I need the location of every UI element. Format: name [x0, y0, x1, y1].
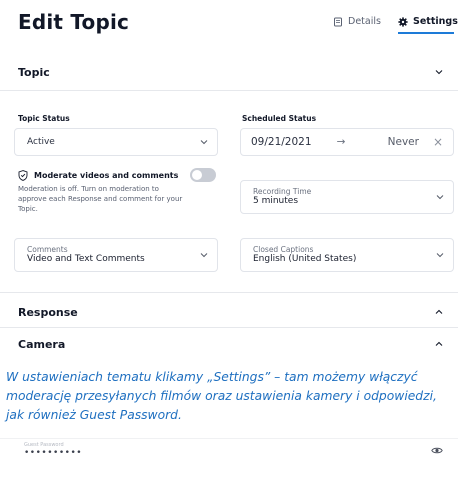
recording-time-select[interactable]: Recording Time 5 minutes	[240, 180, 454, 214]
guest-password-input[interactable]: ••••••••••	[24, 448, 82, 458]
tab-details[interactable]: Details	[333, 16, 381, 27]
section-camera[interactable]: Camera	[0, 333, 458, 355]
chevron-down-icon	[200, 140, 208, 145]
comments-value: Video and Text Comments	[27, 254, 145, 265]
tab-settings[interactable]: Settings	[398, 16, 458, 27]
arrow-right-icon: →	[336, 136, 346, 148]
section-topic-label: Topic	[18, 65, 50, 79]
chevron-down-icon	[436, 253, 444, 258]
chevron-down-icon	[435, 70, 443, 75]
comments-select[interactable]: Comments Video and Text Comments	[14, 238, 218, 272]
moderation-description: Moderation is off. Turn on moderation to…	[18, 185, 183, 213]
closed-captions-label: Closed Captions	[253, 244, 314, 254]
topic-status-value: Active	[27, 137, 55, 147]
moderation-title-row: Moderate videos and comments	[18, 170, 178, 181]
edit-topic-panel: Edit Topic Details Settings Topic Topic …	[0, 0, 458, 362]
topic-status-label: Topic Status	[18, 114, 70, 123]
shield-check-icon	[18, 170, 28, 181]
active-tab-indicator	[398, 32, 454, 34]
topic-status-select[interactable]: Active	[14, 128, 218, 156]
recording-time-value: 5 minutes	[253, 196, 299, 207]
scheduled-status-label: Scheduled Status	[242, 114, 317, 123]
chevron-up-icon	[435, 309, 443, 314]
start-date-input[interactable]: 09/21/2021	[251, 136, 323, 148]
tab-details-label: Details	[348, 16, 381, 27]
section-response-label: Response	[18, 305, 78, 319]
eye-icon[interactable]	[431, 446, 443, 455]
document-icon	[334, 17, 342, 26]
recording-time-label: Recording Time	[253, 186, 312, 196]
divider	[0, 90, 458, 91]
comments-label: Comments	[27, 244, 68, 254]
moderation-toggle[interactable]	[190, 168, 216, 182]
page-title: Edit Topic	[18, 10, 130, 34]
chevron-up-icon	[435, 341, 443, 346]
clear-date-icon[interactable]: ×	[433, 135, 443, 149]
gear-icon	[398, 16, 408, 27]
moderation-title: Moderate videos and comments	[34, 171, 179, 180]
chevron-down-icon	[436, 195, 444, 200]
scheduled-status-field: 09/21/2021 → Never ×	[240, 128, 454, 156]
caption-text: W ustawieniach tematu klikamy „Settings”…	[6, 370, 437, 422]
guest-password-strip	[0, 438, 458, 482]
section-response[interactable]: Response	[0, 300, 458, 324]
divider	[0, 327, 458, 328]
tab-settings-label: Settings	[413, 16, 458, 27]
closed-captions-value: English (United States)	[253, 254, 357, 265]
closed-captions-select[interactable]: Closed Captions English (United States)	[240, 238, 454, 272]
section-camera-label: Camera	[18, 337, 66, 351]
section-topic[interactable]: Topic	[0, 60, 458, 84]
chevron-down-icon	[200, 253, 208, 258]
end-date-input[interactable]: Never	[359, 136, 433, 148]
divider	[0, 292, 458, 293]
